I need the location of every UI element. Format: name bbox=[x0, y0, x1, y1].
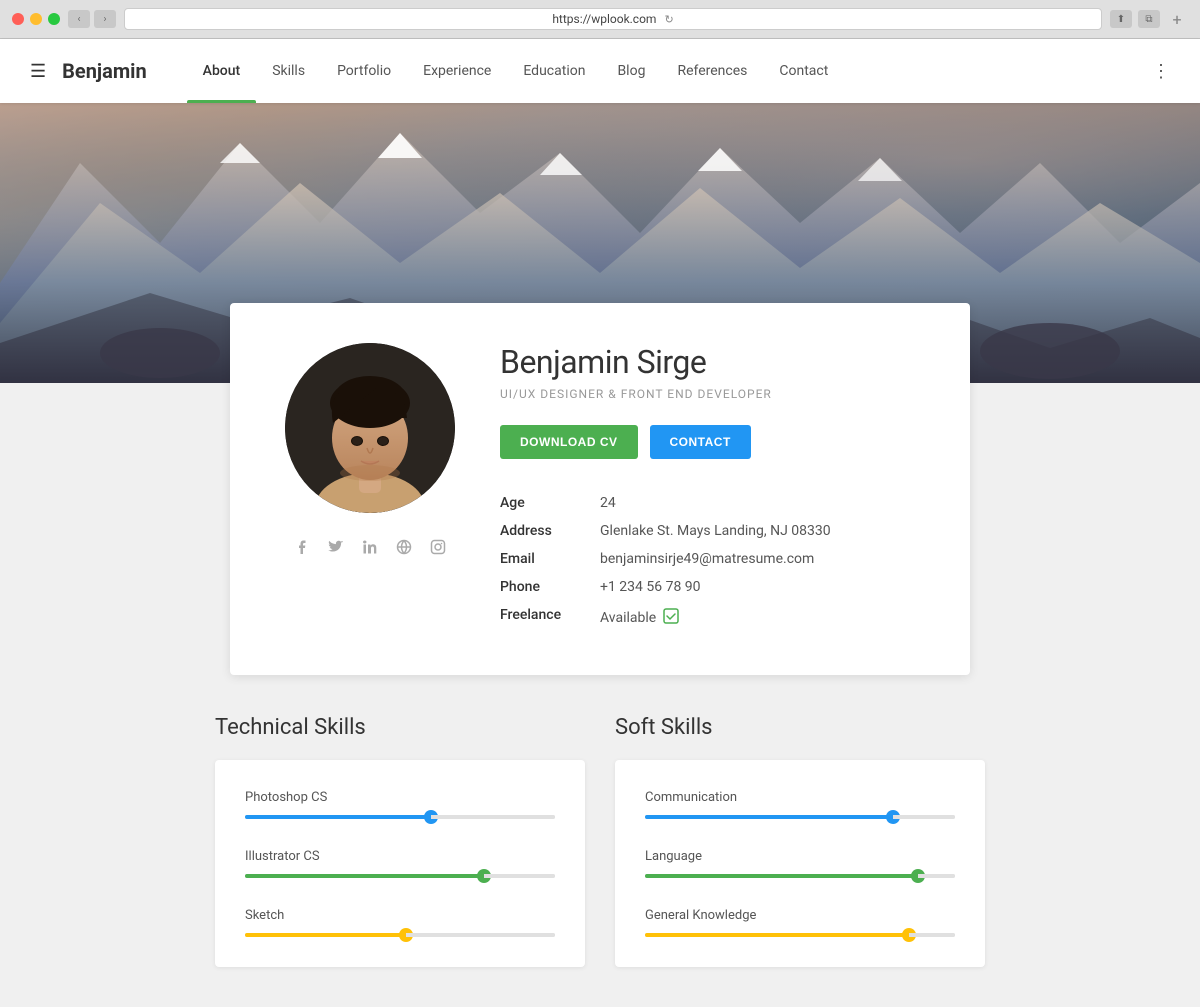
skill-general-knowledge-label: General Knowledge bbox=[645, 908, 955, 923]
forward-button[interactable]: › bbox=[94, 10, 116, 28]
age-label: Age bbox=[500, 495, 600, 511]
browser-actions: ⬆ ⧉ + bbox=[1110, 10, 1188, 28]
nav-link-contact[interactable]: Contact bbox=[763, 39, 844, 103]
brand-name[interactable]: Benjamin bbox=[62, 59, 147, 83]
new-tab-button[interactable]: ⧉ bbox=[1138, 10, 1160, 28]
contact-button[interactable]: CONTACT bbox=[650, 425, 751, 459]
phone-row: Phone +1 234 56 78 90 bbox=[500, 573, 920, 601]
available-icon bbox=[662, 607, 680, 629]
freelance-label: Freelance bbox=[500, 607, 600, 623]
skill-photoshop-label: Photoshop CS bbox=[245, 790, 555, 805]
skills-section: Technical Skills Photoshop CS Illustrato… bbox=[0, 675, 1200, 1007]
skill-sketch-slider[interactable] bbox=[245, 933, 555, 937]
profile-right: Benjamin Sirge UI/UX DESIGNER & FRONT EN… bbox=[500, 343, 920, 635]
age-row: Age 24 bbox=[500, 489, 920, 517]
close-button[interactable] bbox=[12, 13, 24, 25]
skill-communication-slider[interactable] bbox=[645, 815, 955, 819]
profile-card: Benjamin Sirge UI/UX DESIGNER & FRONT EN… bbox=[230, 303, 970, 675]
freelance-value: Available bbox=[600, 607, 680, 629]
soft-skills-column: Soft Skills Communication Language bbox=[615, 715, 985, 967]
avatar-image bbox=[285, 343, 455, 513]
nav-more-icon[interactable]: ⋮ bbox=[1152, 61, 1170, 82]
back-button[interactable]: ‹ bbox=[68, 10, 90, 28]
nav-link-about[interactable]: About bbox=[187, 39, 257, 103]
age-value: 24 bbox=[600, 495, 616, 511]
twitter-icon[interactable] bbox=[326, 537, 346, 557]
hamburger-icon[interactable]: ☰ bbox=[30, 61, 46, 82]
skill-communication-label: Communication bbox=[645, 790, 955, 805]
freelance-row: Freelance Available bbox=[500, 601, 920, 635]
nav-link-education[interactable]: Education bbox=[507, 39, 601, 103]
browser-nav-buttons: ‹ › bbox=[68, 10, 116, 28]
minimize-button[interactable] bbox=[30, 13, 42, 25]
skill-general-knowledge-slider[interactable] bbox=[645, 933, 955, 937]
profile-left bbox=[280, 343, 460, 635]
skill-language-label: Language bbox=[645, 849, 955, 864]
skill-sketch-label: Sketch bbox=[245, 908, 555, 923]
dribbble-icon[interactable] bbox=[394, 537, 414, 557]
instagram-icon[interactable] bbox=[428, 537, 448, 557]
facebook-icon[interactable] bbox=[292, 537, 312, 557]
maximize-button[interactable] bbox=[48, 13, 60, 25]
action-buttons: DOWNLOAD CV CONTACT bbox=[500, 425, 920, 459]
nav-links: About Skills Portfolio Experience Educat… bbox=[187, 39, 1144, 103]
address-bar[interactable]: https://wplook.com ↻ bbox=[124, 8, 1102, 30]
reload-icon[interactable]: ↻ bbox=[664, 13, 673, 26]
social-icons bbox=[292, 537, 448, 557]
skill-photoshop: Photoshop CS bbox=[245, 790, 555, 819]
share-button[interactable]: ⬆ bbox=[1110, 10, 1132, 28]
url-text: https://wplook.com bbox=[552, 12, 656, 26]
traffic-lights bbox=[12, 13, 60, 25]
browser-chrome: ‹ › https://wplook.com ↻ ⬆ ⧉ + bbox=[0, 0, 1200, 39]
phone-value: +1 234 56 78 90 bbox=[600, 579, 701, 595]
email-value: benjaminsirje49@matresume.com bbox=[600, 551, 814, 567]
email-row: Email benjaminsirje49@matresume.com bbox=[500, 545, 920, 573]
skill-sketch: Sketch bbox=[245, 908, 555, 937]
phone-label: Phone bbox=[500, 579, 600, 595]
technical-skills-column: Technical Skills Photoshop CS Illustrato… bbox=[215, 715, 585, 967]
skill-illustrator-slider[interactable] bbox=[245, 874, 555, 878]
linkedin-icon[interactable] bbox=[360, 537, 380, 557]
skill-language-slider[interactable] bbox=[645, 874, 955, 878]
technical-skills-card: Photoshop CS Illustrator CS bbox=[215, 760, 585, 967]
profile-title: UI/UX DESIGNER & FRONT END DEVELOPER bbox=[500, 387, 920, 401]
download-cv-button[interactable]: DOWNLOAD CV bbox=[500, 425, 638, 459]
nav-link-references[interactable]: References bbox=[661, 39, 763, 103]
skill-illustrator: Illustrator CS bbox=[245, 849, 555, 878]
email-label: Email bbox=[500, 551, 600, 567]
skill-communication: Communication bbox=[645, 790, 955, 819]
profile-card-container: Benjamin Sirge UI/UX DESIGNER & FRONT EN… bbox=[0, 303, 1200, 675]
add-tab-button[interactable]: + bbox=[1166, 10, 1188, 28]
skill-photoshop-slider[interactable] bbox=[245, 815, 555, 819]
skill-language: Language bbox=[645, 849, 955, 878]
soft-skills-heading: Soft Skills bbox=[615, 715, 985, 740]
avatar bbox=[285, 343, 455, 513]
nav-link-blog[interactable]: Blog bbox=[601, 39, 661, 103]
nav-link-experience[interactable]: Experience bbox=[407, 39, 507, 103]
info-table: Age 24 Address Glenlake St. Mays Landing… bbox=[500, 489, 920, 635]
nav-link-skills[interactable]: Skills bbox=[256, 39, 321, 103]
address-row: Address Glenlake St. Mays Landing, NJ 08… bbox=[500, 517, 920, 545]
page-wrapper: ☰ Benjamin About Skills Portfolio Experi… bbox=[0, 39, 1200, 1007]
soft-skills-card: Communication Language bbox=[615, 760, 985, 967]
profile-name: Benjamin Sirge bbox=[500, 343, 920, 381]
technical-skills-heading: Technical Skills bbox=[215, 715, 585, 740]
address-value: Glenlake St. Mays Landing, NJ 08330 bbox=[600, 523, 831, 539]
skill-illustrator-label: Illustrator CS bbox=[245, 849, 555, 864]
address-label: Address bbox=[500, 523, 600, 539]
skill-general-knowledge: General Knowledge bbox=[645, 908, 955, 937]
top-navigation: ☰ Benjamin About Skills Portfolio Experi… bbox=[0, 39, 1200, 103]
nav-link-portfolio[interactable]: Portfolio bbox=[321, 39, 407, 103]
